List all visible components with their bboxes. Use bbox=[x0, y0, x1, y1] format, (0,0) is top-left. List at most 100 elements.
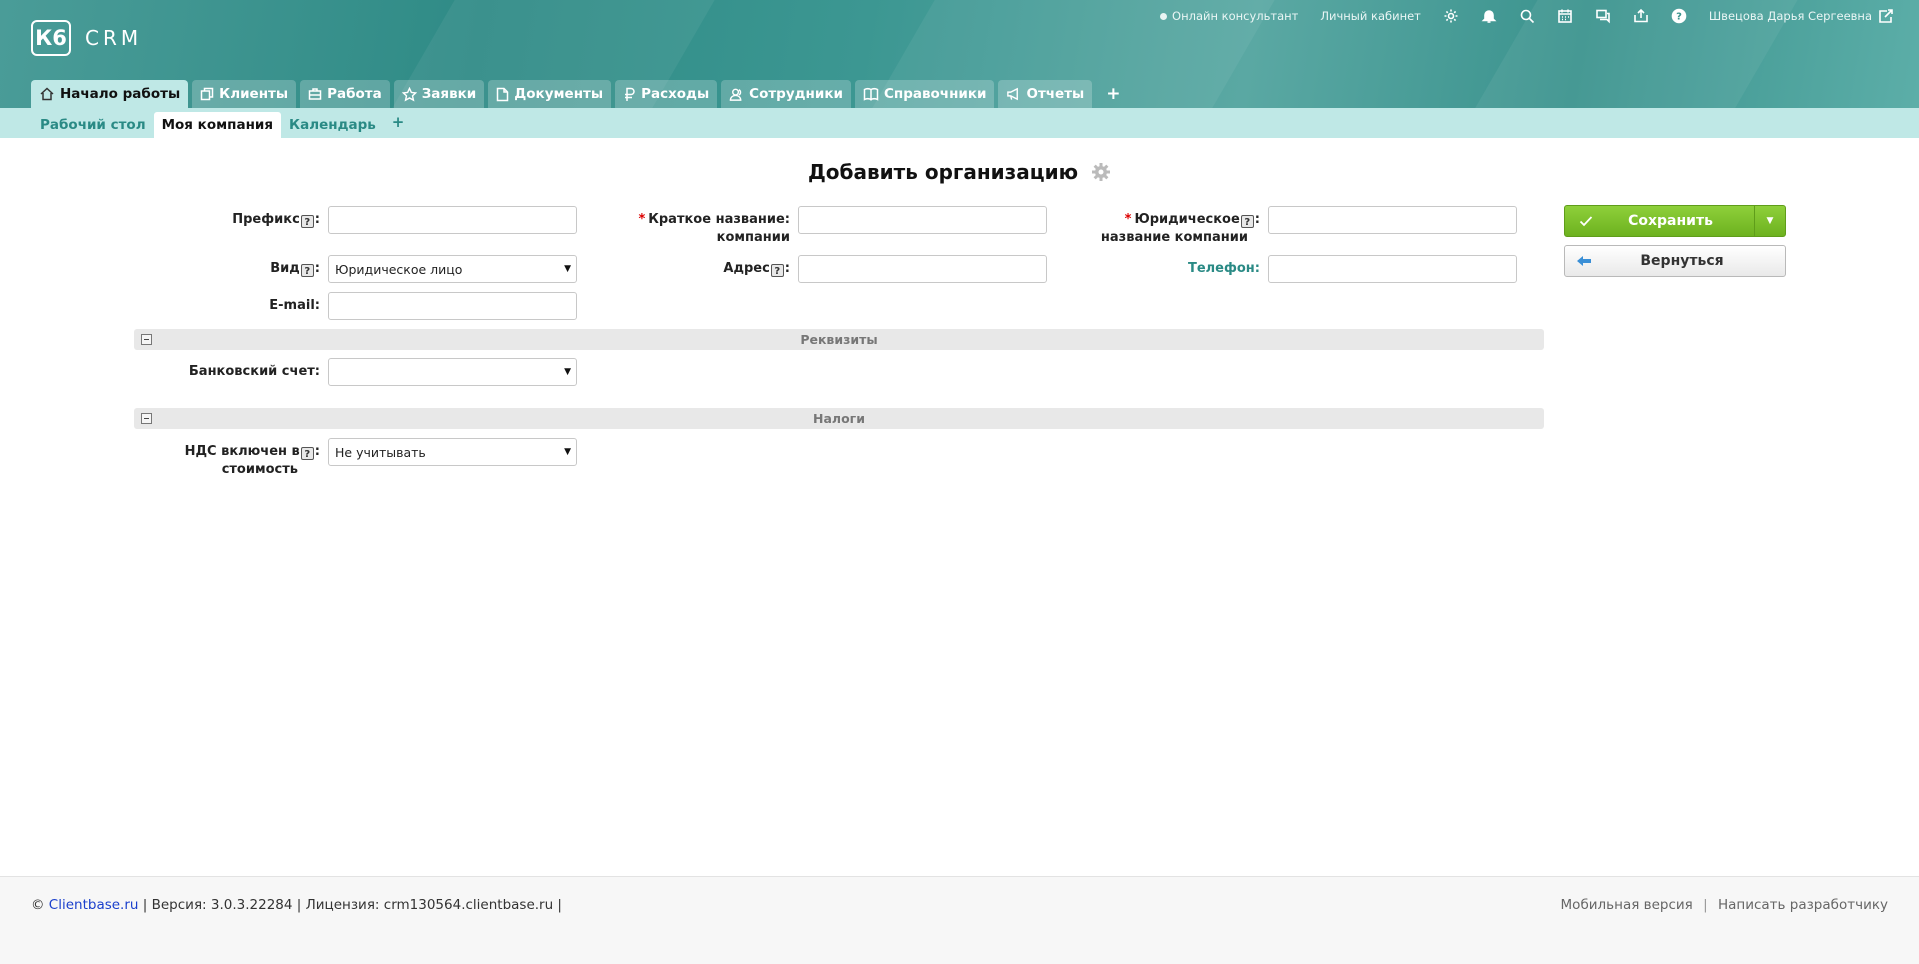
top-toolbar: Онлайн консультант Личный кабинет ? Швец… bbox=[1138, 7, 1894, 25]
taxes-section-title: Налоги bbox=[813, 411, 865, 426]
logout-icon[interactable] bbox=[1878, 8, 1894, 24]
gear-icon[interactable] bbox=[1443, 8, 1459, 24]
help-icon[interactable]: ? bbox=[1240, 215, 1254, 228]
star-icon bbox=[401, 86, 417, 101]
app-logo[interactable]: К6 CRM bbox=[31, 20, 142, 56]
legal-name-input[interactable] bbox=[1268, 206, 1517, 234]
settings-gear-icon[interactable] bbox=[1091, 162, 1111, 187]
dropdown-arrow-icon: ▼ bbox=[564, 367, 571, 377]
short-name-label-line2: компании bbox=[716, 230, 790, 245]
home-icon bbox=[40, 87, 54, 101]
version-license-text: | Версия: 3.0.3.22284 | Лицензия: crm130… bbox=[142, 897, 562, 913]
legal-name-label-line1: Юридическое bbox=[1134, 212, 1240, 227]
add-tab-button[interactable]: + bbox=[1096, 80, 1130, 108]
help-icon[interactable]: ? bbox=[300, 447, 314, 460]
bell-icon[interactable] bbox=[1481, 8, 1497, 24]
save-button[interactable]: Сохранить ▼ bbox=[1564, 205, 1786, 237]
logo-text: CRM bbox=[85, 26, 143, 50]
tab-employees[interactable]: Сотрудники bbox=[721, 80, 851, 108]
type-select[interactable]: Юридическое лицо ▼ bbox=[328, 255, 577, 283]
help-icon[interactable]: ? bbox=[300, 215, 314, 228]
briefcase-icon bbox=[308, 88, 322, 100]
search-icon[interactable] bbox=[1519, 8, 1535, 24]
personal-cabinet-link[interactable]: Личный кабинет bbox=[1320, 9, 1421, 23]
tab-label: Расходы bbox=[641, 86, 710, 102]
mobile-version-link[interactable]: Мобильная версия bbox=[1561, 897, 1693, 913]
subtab-my-company[interactable]: Моя компания bbox=[153, 112, 282, 138]
tab-directories[interactable]: Справочники bbox=[854, 80, 995, 108]
chat-icon[interactable] bbox=[1595, 8, 1611, 24]
vat-select-value: Не учитывать bbox=[335, 444, 426, 460]
status-dot-icon bbox=[1160, 12, 1168, 20]
email-input[interactable] bbox=[328, 292, 577, 320]
colon: : bbox=[314, 212, 320, 227]
required-mark: * bbox=[1124, 212, 1132, 227]
tab-label: Отчеты bbox=[1026, 86, 1085, 102]
tab-label: Клиенты bbox=[219, 86, 289, 102]
share-icon[interactable] bbox=[1633, 8, 1649, 24]
online-consultant-link[interactable]: Онлайн консультант bbox=[1160, 9, 1298, 23]
page-title: Добавить организацию bbox=[0, 160, 1919, 187]
clientbase-link[interactable]: Clientbase.ru bbox=[49, 897, 139, 913]
document-icon bbox=[497, 87, 509, 101]
tab-start[interactable]: Начало работы bbox=[31, 80, 189, 108]
phone-input[interactable] bbox=[1268, 255, 1517, 283]
help-icon[interactable]: ? bbox=[770, 264, 784, 277]
collapse-toggle-icon[interactable] bbox=[141, 413, 152, 424]
save-button-label: Сохранить bbox=[1628, 213, 1713, 229]
page-title-text: Добавить организацию bbox=[807, 160, 1079, 184]
back-button-label: Вернуться bbox=[1640, 253, 1724, 269]
tab-requests[interactable]: Заявки bbox=[393, 80, 485, 108]
write-developer-link[interactable]: Написать разработчику bbox=[1718, 897, 1888, 913]
colon: : bbox=[314, 444, 320, 459]
address-label: Адрес?: bbox=[600, 260, 790, 278]
dropdown-arrow-icon: ▼ bbox=[564, 264, 571, 274]
add-subtab-button[interactable]: + bbox=[384, 112, 413, 132]
user-menu[interactable]: Швецова Дарья Сергеевна bbox=[1709, 8, 1894, 24]
app-header: К6 CRM Онлайн консультант Личный кабинет… bbox=[0, 0, 1919, 108]
collapse-toggle-icon[interactable] bbox=[141, 334, 152, 345]
online-consultant-label: Онлайн консультант bbox=[1172, 9, 1299, 23]
requisites-section-title: Реквизиты bbox=[800, 332, 878, 347]
bank-account-select[interactable]: ▼ bbox=[328, 358, 577, 386]
help-icon[interactable]: ? bbox=[1671, 8, 1687, 24]
short-name-label: * Краткое название: компании bbox=[600, 211, 790, 247]
prefix-input[interactable] bbox=[328, 206, 577, 234]
calendar-icon[interactable] bbox=[1557, 8, 1573, 24]
subtab-desktop[interactable]: Рабочий стол bbox=[32, 112, 154, 138]
taxes-section-header[interactable]: Налоги bbox=[134, 408, 1544, 429]
requisites-section-header[interactable]: Реквизиты bbox=[134, 329, 1544, 350]
bank-account-label: Банковский счет: bbox=[188, 364, 320, 379]
save-options-dropdown[interactable]: ▼ bbox=[1754, 206, 1785, 236]
ruble-icon bbox=[625, 87, 635, 101]
vat-label: НДС включен в?: стоимость bbox=[150, 443, 320, 479]
subtab-calendar[interactable]: Календарь bbox=[281, 112, 384, 138]
colon: : bbox=[1254, 212, 1260, 227]
legal-name-label-line2: название компании bbox=[1100, 230, 1248, 245]
footer-links: Мобильная версия | Написать разработчику bbox=[1561, 897, 1888, 913]
tab-documents[interactable]: Документы bbox=[488, 80, 612, 108]
tab-work[interactable]: Работа bbox=[300, 80, 390, 108]
tab-expenses[interactable]: Расходы bbox=[615, 80, 718, 108]
help-icon[interactable]: ? bbox=[300, 264, 314, 277]
logo-mark: К6 bbox=[31, 20, 71, 56]
phone-label[interactable]: Телефон: bbox=[1060, 260, 1260, 278]
tab-label: Документы bbox=[514, 86, 604, 102]
back-button[interactable]: Вернуться bbox=[1564, 245, 1786, 277]
dropdown-arrow-icon: ▼ bbox=[564, 447, 571, 457]
users-icon bbox=[729, 88, 742, 101]
sub-navigation: Рабочий стол Моя компания Календарь + bbox=[0, 108, 1919, 138]
type-label-text: Вид bbox=[270, 261, 300, 276]
check-icon bbox=[1571, 215, 1601, 227]
footer-separator: | bbox=[1703, 897, 1708, 913]
tab-clients[interactable]: Клиенты bbox=[192, 80, 297, 108]
tab-label: Заявки bbox=[421, 86, 477, 102]
tab-label: Сотрудники bbox=[749, 86, 843, 102]
tab-reports[interactable]: Отчеты bbox=[998, 80, 1093, 108]
address-input[interactable] bbox=[798, 255, 1047, 283]
email-label: E-mail: bbox=[269, 298, 320, 313]
megaphone-icon bbox=[1007, 87, 1019, 101]
vat-select[interactable]: Не учитывать ▼ bbox=[328, 438, 577, 466]
main-tabs: Начало работы Клиенты Работа Заявки Доку… bbox=[31, 80, 1131, 108]
short-name-input[interactable] bbox=[798, 206, 1047, 234]
